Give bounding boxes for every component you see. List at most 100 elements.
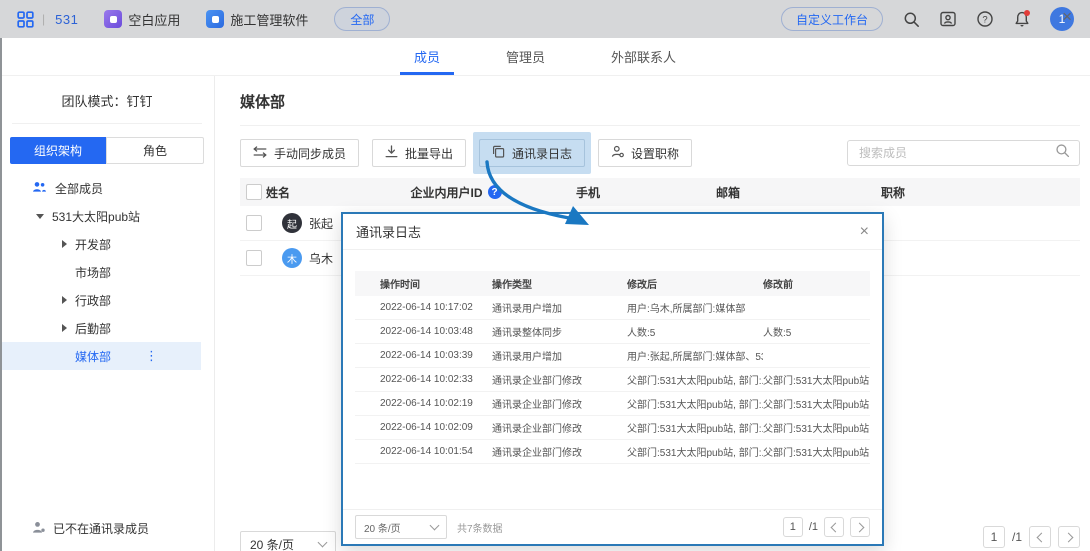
blank-app-label: 空白应用 xyxy=(128,10,180,29)
role-tab[interactable]: 角色 xyxy=(106,137,204,164)
log-after: 人数:5 xyxy=(627,324,763,339)
page-size-select[interactable]: 20 条/页 xyxy=(240,531,336,551)
caret-right-icon[interactable] xyxy=(62,240,67,248)
current-page-box[interactable]: 1 xyxy=(983,526,1005,548)
workbench-grid-icon[interactable] xyxy=(16,10,34,28)
search-member-box[interactable] xyxy=(847,140,1080,166)
tree-item-root-station[interactable]: 531大太阳pub站 xyxy=(0,202,214,230)
log-type: 通讯录用户增加 xyxy=(492,348,627,363)
contact-book-icon[interactable] xyxy=(939,10,957,28)
tree-item-dev-dept[interactable]: 开发部 xyxy=(0,230,214,258)
construction-app-label: 施工管理软件 xyxy=(230,10,308,29)
select-all-checkbox[interactable] xyxy=(246,184,262,200)
team-mode-label: 团队模式：钉钉 xyxy=(12,76,202,124)
modal-total-pages-label: /1 xyxy=(809,521,818,533)
chevron-down-icon xyxy=(430,521,440,531)
modal-total-count: 共7条数据 xyxy=(457,520,503,535)
caret-right-icon[interactable] xyxy=(62,324,67,332)
tree-item-media-dept[interactable]: 媒体部 ⋮ xyxy=(0,342,201,370)
help-question-icon[interactable]: ? xyxy=(488,185,502,199)
log-time: 2022-06-14 10:03:48 xyxy=(355,326,492,337)
tree-item-label: 全部成员 xyxy=(55,180,103,197)
tab-members[interactable]: 成员 xyxy=(396,38,458,75)
log-type: 通讯录用户增加 xyxy=(492,300,627,315)
page-title: 媒体部 xyxy=(240,76,1080,126)
notification-bell-icon[interactable] xyxy=(1013,10,1031,28)
batch-export-button[interactable]: 批量导出 xyxy=(372,139,466,167)
total-pages-label: /1 xyxy=(1012,530,1022,544)
avatar: 木 xyxy=(282,248,302,268)
org-structure-tab[interactable]: 组织架构 xyxy=(10,137,106,164)
tree-item-label: 媒体部 xyxy=(75,348,111,365)
log-before: 人数:5 xyxy=(763,324,870,339)
search-member-input[interactable] xyxy=(857,145,1055,161)
modal-header: 通讯录日志 × xyxy=(343,214,882,250)
row-checkbox[interactable] xyxy=(246,215,262,231)
page-tab-bar: 成员 管理员 外部联系人 xyxy=(0,38,1090,76)
log-row: 2022-06-14 10:03:48 通讯录整体同步 人数:5 人数:5 xyxy=(355,320,870,344)
log-after: 父部门:531大太阳pub站, 部门:... xyxy=(627,396,763,411)
chevron-right-icon xyxy=(854,522,864,532)
not-in-contacts-link[interactable]: 已不在通讯录成员 xyxy=(32,520,149,537)
more-actions-icon[interactable]: ⋮ xyxy=(145,348,159,364)
row-checkbox[interactable] xyxy=(246,250,262,266)
manual-sync-label: 手动同步成员 xyxy=(274,145,346,162)
caret-down-icon[interactable] xyxy=(36,214,44,219)
caret-right-icon[interactable] xyxy=(62,296,67,304)
prev-page-button[interactable] xyxy=(1029,526,1051,548)
col-op-time: 操作时间 xyxy=(355,276,492,291)
modal-pagination: 1 /1 xyxy=(783,517,870,537)
log-after: 父部门:531大太阳pub站, 部门:... xyxy=(627,372,763,387)
search-icon[interactable] xyxy=(902,10,920,28)
log-time: 2022-06-14 10:02:19 xyxy=(355,398,492,409)
contact-log-modal: 通讯录日志 × 操作时间 操作类型 修改后 修改前 2022-06-14 10:… xyxy=(341,212,884,546)
workspace-id[interactable]: 531 xyxy=(55,12,78,27)
tab-admins[interactable]: 管理员 xyxy=(488,38,563,75)
construction-app-icon xyxy=(206,10,224,28)
tree-item-label: 531大太阳pub站 xyxy=(52,208,140,225)
search-icon[interactable] xyxy=(1055,143,1070,163)
top-bar: | 531 空白应用 施工管理软件 全部 自定义工作台 xyxy=(0,0,1090,38)
modal-current-page-box[interactable]: 1 xyxy=(783,517,803,537)
sidebar: 团队模式：钉钉 组织架构 角色 全部成员 531大太阳pub站 开发部 xyxy=(0,76,215,551)
log-row: 2022-06-14 10:02:09 通讯录企业部门修改 父部门:531大太阳… xyxy=(355,416,870,440)
manual-sync-button[interactable]: 手动同步成员 xyxy=(240,139,359,167)
col-name: 姓名 xyxy=(266,184,336,201)
set-job-title-button[interactable]: 设置职称 xyxy=(598,139,692,167)
log-time: 2022-06-14 10:01:54 xyxy=(355,446,492,457)
click-highlight: 通讯录日志 xyxy=(473,132,591,174)
person-gear-icon xyxy=(611,145,624,161)
tab-external-contacts[interactable]: 外部联系人 xyxy=(593,38,694,75)
tree-item-all-members[interactable]: 全部成员 xyxy=(0,174,214,202)
next-page-button[interactable] xyxy=(1058,526,1080,548)
chevron-right-icon xyxy=(1063,532,1073,542)
set-job-title-label: 设置职称 xyxy=(631,145,679,162)
col-phone: 手机 xyxy=(576,184,716,201)
modal-page-size-select[interactable]: 20 条/页 xyxy=(355,515,447,539)
member-name: 乌木 xyxy=(309,250,333,267)
log-table: 操作时间 操作类型 修改后 修改前 2022-06-14 10:17:02 通讯… xyxy=(355,271,870,464)
modal-prev-page-button[interactable] xyxy=(824,517,844,537)
customize-workbench-button[interactable]: 自定义工作台 xyxy=(781,7,883,31)
top-bar-left: | 531 空白应用 施工管理软件 全部 xyxy=(16,7,390,31)
log-type: 通讯录企业部门修改 xyxy=(492,444,627,459)
tree-item-admin-dept[interactable]: 行政部 xyxy=(0,286,214,314)
modal-next-page-button[interactable] xyxy=(850,517,870,537)
help-icon[interactable]: ? xyxy=(976,10,994,28)
blank-app-icon xyxy=(104,10,122,28)
log-type: 通讯录企业部门修改 xyxy=(492,420,627,435)
contact-log-label: 通讯录日志 xyxy=(512,145,572,162)
app-tab-construction[interactable]: 施工管理软件 xyxy=(206,10,308,29)
contact-log-button[interactable]: 通讯录日志 xyxy=(479,139,585,167)
log-type: 通讯录企业部门修改 xyxy=(492,396,627,411)
close-icon[interactable]: × xyxy=(860,223,869,241)
person-off-icon xyxy=(32,521,45,537)
close-icon[interactable]: × xyxy=(1062,7,1072,27)
log-after: 用户:乌木,所属部门:媒体部 xyxy=(627,300,763,315)
filter-all-pill[interactable]: 全部 xyxy=(334,7,390,31)
sync-icon xyxy=(253,146,267,161)
app-tab-blank[interactable]: 空白应用 xyxy=(104,10,180,29)
tree-item-logistics-dept[interactable]: 后勤部 xyxy=(0,314,214,342)
log-row: 2022-06-14 10:01:54 通讯录企业部门修改 父部门:531大太阳… xyxy=(355,440,870,464)
tree-item-market-dept[interactable]: 市场部 xyxy=(0,258,214,286)
